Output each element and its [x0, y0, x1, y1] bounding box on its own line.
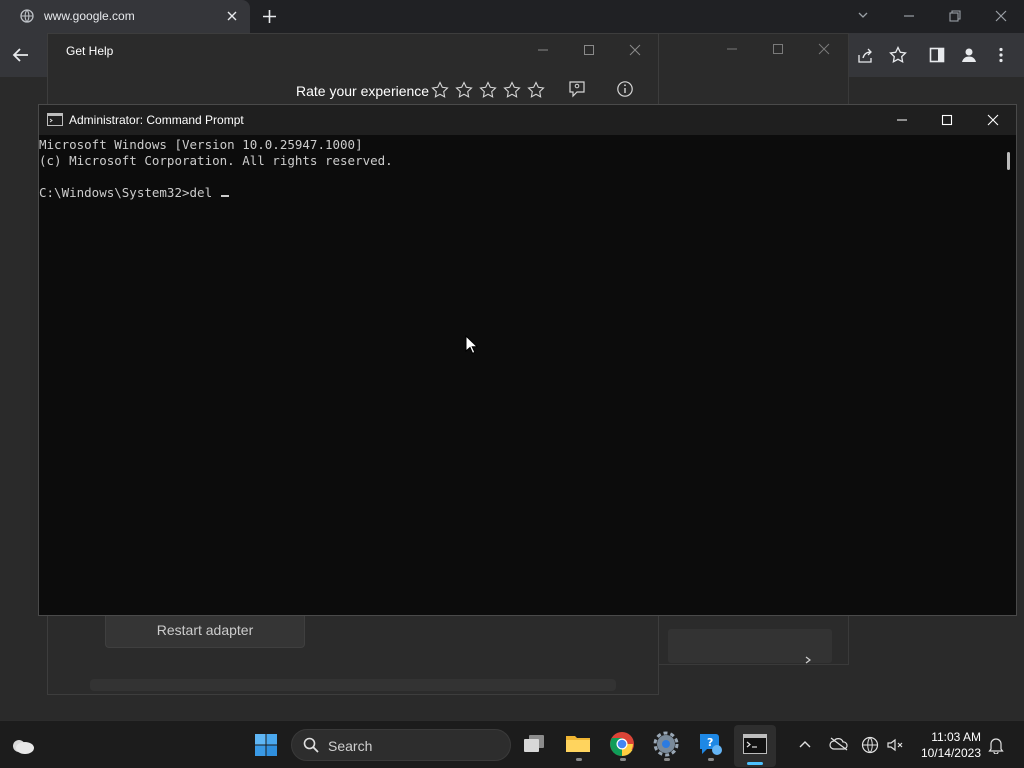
tab-search-chevron-icon[interactable] — [857, 9, 869, 21]
rate-experience-label: Rate your experience — [296, 83, 430, 99]
chrome-icon[interactable] — [609, 731, 637, 763]
back-window-minimize-icon[interactable] — [726, 43, 738, 55]
cmd-console[interactable]: Microsoft Windows [Version 10.0.25947.10… — [39, 136, 1000, 615]
get-help-lower-card — [90, 679, 616, 691]
chrome-running-indicator — [620, 758, 626, 761]
console-line: (c) Microsoft Corporation. All rights re… — [39, 153, 393, 168]
globe-icon — [20, 9, 34, 23]
get-help-title: Get Help — [66, 44, 114, 58]
console-input: C:\Windows\System32>del — [39, 185, 220, 200]
volume-muted-icon[interactable] — [886, 736, 904, 754]
command-prompt-icon — [743, 734, 767, 754]
more-menu-icon[interactable] — [998, 47, 1004, 63]
taskbar-search-box[interactable]: Search — [291, 729, 511, 761]
profile-icon[interactable] — [960, 46, 978, 64]
cmd-minimize-icon[interactable] — [896, 114, 908, 126]
notification-bell-icon[interactable] — [988, 736, 1004, 754]
browser-restore-icon[interactable] — [948, 9, 962, 23]
side-panel-icon[interactable] — [929, 47, 945, 63]
back-window-card[interactable] — [668, 629, 832, 664]
file-explorer-running-indicator — [576, 758, 582, 761]
share-icon[interactable] — [857, 47, 874, 64]
back-window-maximize-icon[interactable] — [772, 43, 784, 55]
star-3-icon[interactable] — [479, 81, 503, 101]
svg-text:?: ? — [707, 736, 713, 749]
task-view-icon[interactable] — [522, 733, 550, 763]
get-help-close-icon[interactable] — [629, 44, 641, 56]
command-prompt-active-indicator — [747, 762, 763, 765]
cmd-titlebar[interactable]: Administrator: Command Prompt — [39, 105, 1016, 135]
file-explorer-icon[interactable] — [565, 731, 593, 763]
browser-tab[interactable]: www.google.com — [0, 0, 250, 33]
chevron-up-icon[interactable] — [798, 739, 812, 749]
cmd-maximize-icon[interactable] — [941, 114, 953, 126]
cmd-scrollbar-thumb[interactable] — [1007, 152, 1010, 170]
console-line: Microsoft Windows [Version 10.0.25947.10… — [39, 137, 363, 152]
get-help-running-indicator — [708, 758, 714, 761]
browser-close-icon[interactable] — [994, 9, 1008, 23]
info-icon[interactable] — [616, 80, 634, 98]
settings-icon[interactable] — [653, 731, 681, 763]
star-4-icon[interactable] — [503, 81, 527, 101]
feedback-icon[interactable] — [568, 80, 586, 98]
console-prompt-line: C:\Windows\System32>del — [39, 185, 229, 200]
get-help-icon[interactable]: ? — [697, 731, 725, 763]
onedrive-icon[interactable] — [829, 737, 849, 751]
new-tab-icon[interactable] — [262, 9, 277, 24]
weather-icon[interactable] — [10, 734, 36, 756]
chevron-right-icon — [804, 656, 812, 664]
cmd-app-icon — [47, 113, 63, 126]
search-label: Search — [328, 738, 373, 754]
back-window-close-icon[interactable] — [818, 43, 830, 55]
restart-adapter-button[interactable]: Restart adapter — [105, 612, 305, 648]
windows-start-icon[interactable] — [254, 733, 278, 757]
settings-running-indicator — [664, 758, 670, 761]
get-help-minimize-icon[interactable] — [537, 44, 549, 56]
star-5-icon[interactable] — [527, 81, 551, 101]
star-1-icon[interactable] — [431, 81, 455, 101]
star-2-icon[interactable] — [455, 81, 479, 101]
get-help-maximize-icon[interactable] — [583, 44, 595, 56]
clock-time[interactable]: 11:03 AM — [905, 730, 981, 744]
browser-minimize-icon[interactable] — [902, 9, 916, 23]
command-prompt-taskbar-button[interactable] — [734, 725, 776, 767]
star-rating — [431, 81, 551, 106]
cmd-title: Administrator: Command Prompt — [69, 113, 244, 127]
back-arrow-icon[interactable] — [12, 46, 30, 64]
cmd-close-icon[interactable] — [987, 114, 999, 126]
bookmark-star-icon[interactable] — [889, 46, 907, 64]
taskbar: Search ? 11:03 AM 10/14/2023 — [0, 720, 1024, 768]
clock-date[interactable]: 10/14/2023 — [905, 746, 981, 760]
mouse-pointer-icon — [465, 335, 478, 355]
tab-close-icon[interactable] — [226, 10, 238, 22]
restart-adapter-label: Restart adapter — [156, 622, 254, 638]
text-cursor — [220, 195, 229, 197]
network-icon[interactable] — [861, 736, 879, 754]
browser-tab-strip: www.google.com — [0, 0, 1024, 33]
command-prompt-window: Administrator: Command Prompt Microsoft … — [38, 104, 1017, 616]
browser-tab-title: www.google.com — [44, 9, 135, 23]
search-icon — [303, 737, 319, 753]
